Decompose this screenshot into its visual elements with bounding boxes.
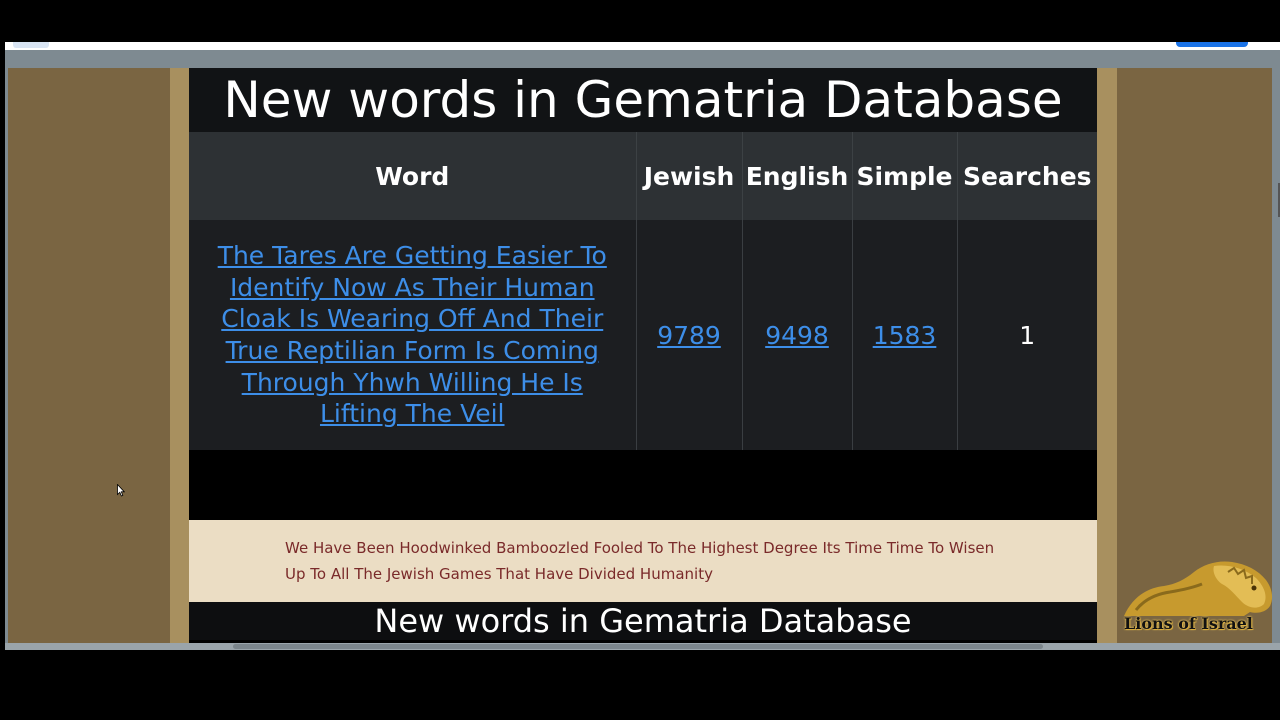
column-header-jewish: Jewish (636, 132, 743, 220)
main-content: New words in Gematria Database Word Jewi… (189, 68, 1097, 646)
english-cell: 9498 (742, 220, 853, 450)
column-header-simple: Simple (852, 132, 958, 220)
browser-action-button[interactable] (1176, 42, 1248, 47)
spacer (189, 450, 1097, 520)
mouse-cursor-icon (117, 484, 125, 497)
column-header-searches: Searches (957, 132, 1097, 220)
browser-tab[interactable] (13, 42, 49, 48)
word-cell: The Tares Are Getting Easier To Identify… (189, 220, 637, 450)
browser-tab-strip (5, 42, 1280, 50)
quote-box: We Have Been Hoodwinked Bamboozled Foole… (189, 520, 1097, 602)
video-top-bar (0, 0, 1280, 42)
watermark-text: Lions of Israel (1124, 614, 1253, 633)
column-header-english: English (742, 132, 853, 220)
lion-logo-icon (1124, 561, 1273, 616)
simple-cell: 1583 (852, 220, 958, 450)
gematria-table: Word Jewish English Simple Searches The … (189, 132, 1097, 450)
jewish-value-link[interactable]: 9789 (657, 321, 721, 350)
horizontal-scrollbar-thumb[interactable] (233, 644, 1043, 649)
column-header-word: Word (189, 132, 637, 220)
browser-viewport: New words in Gematria Database Word Jewi… (5, 50, 1280, 650)
table-row: The Tares Are Getting Easier To Identify… (189, 220, 1097, 450)
english-value-link[interactable]: 9498 (765, 321, 829, 350)
section-title-repeat: New words in Gematria Database (189, 602, 1097, 640)
simple-value-link[interactable]: 1583 (873, 321, 937, 350)
page-title: New words in Gematria Database (189, 68, 1097, 132)
table-header-row: Word Jewish English Simple Searches (189, 132, 1097, 220)
word-link[interactable]: The Tares Are Getting Easier To Identify… (218, 241, 607, 429)
quote-text: We Have Been Hoodwinked Bamboozled Foole… (285, 539, 995, 583)
channel-watermark: Lions of Israel (1112, 558, 1280, 642)
jewish-cell: 9789 (636, 220, 743, 450)
searches-count: 1 (957, 220, 1097, 450)
